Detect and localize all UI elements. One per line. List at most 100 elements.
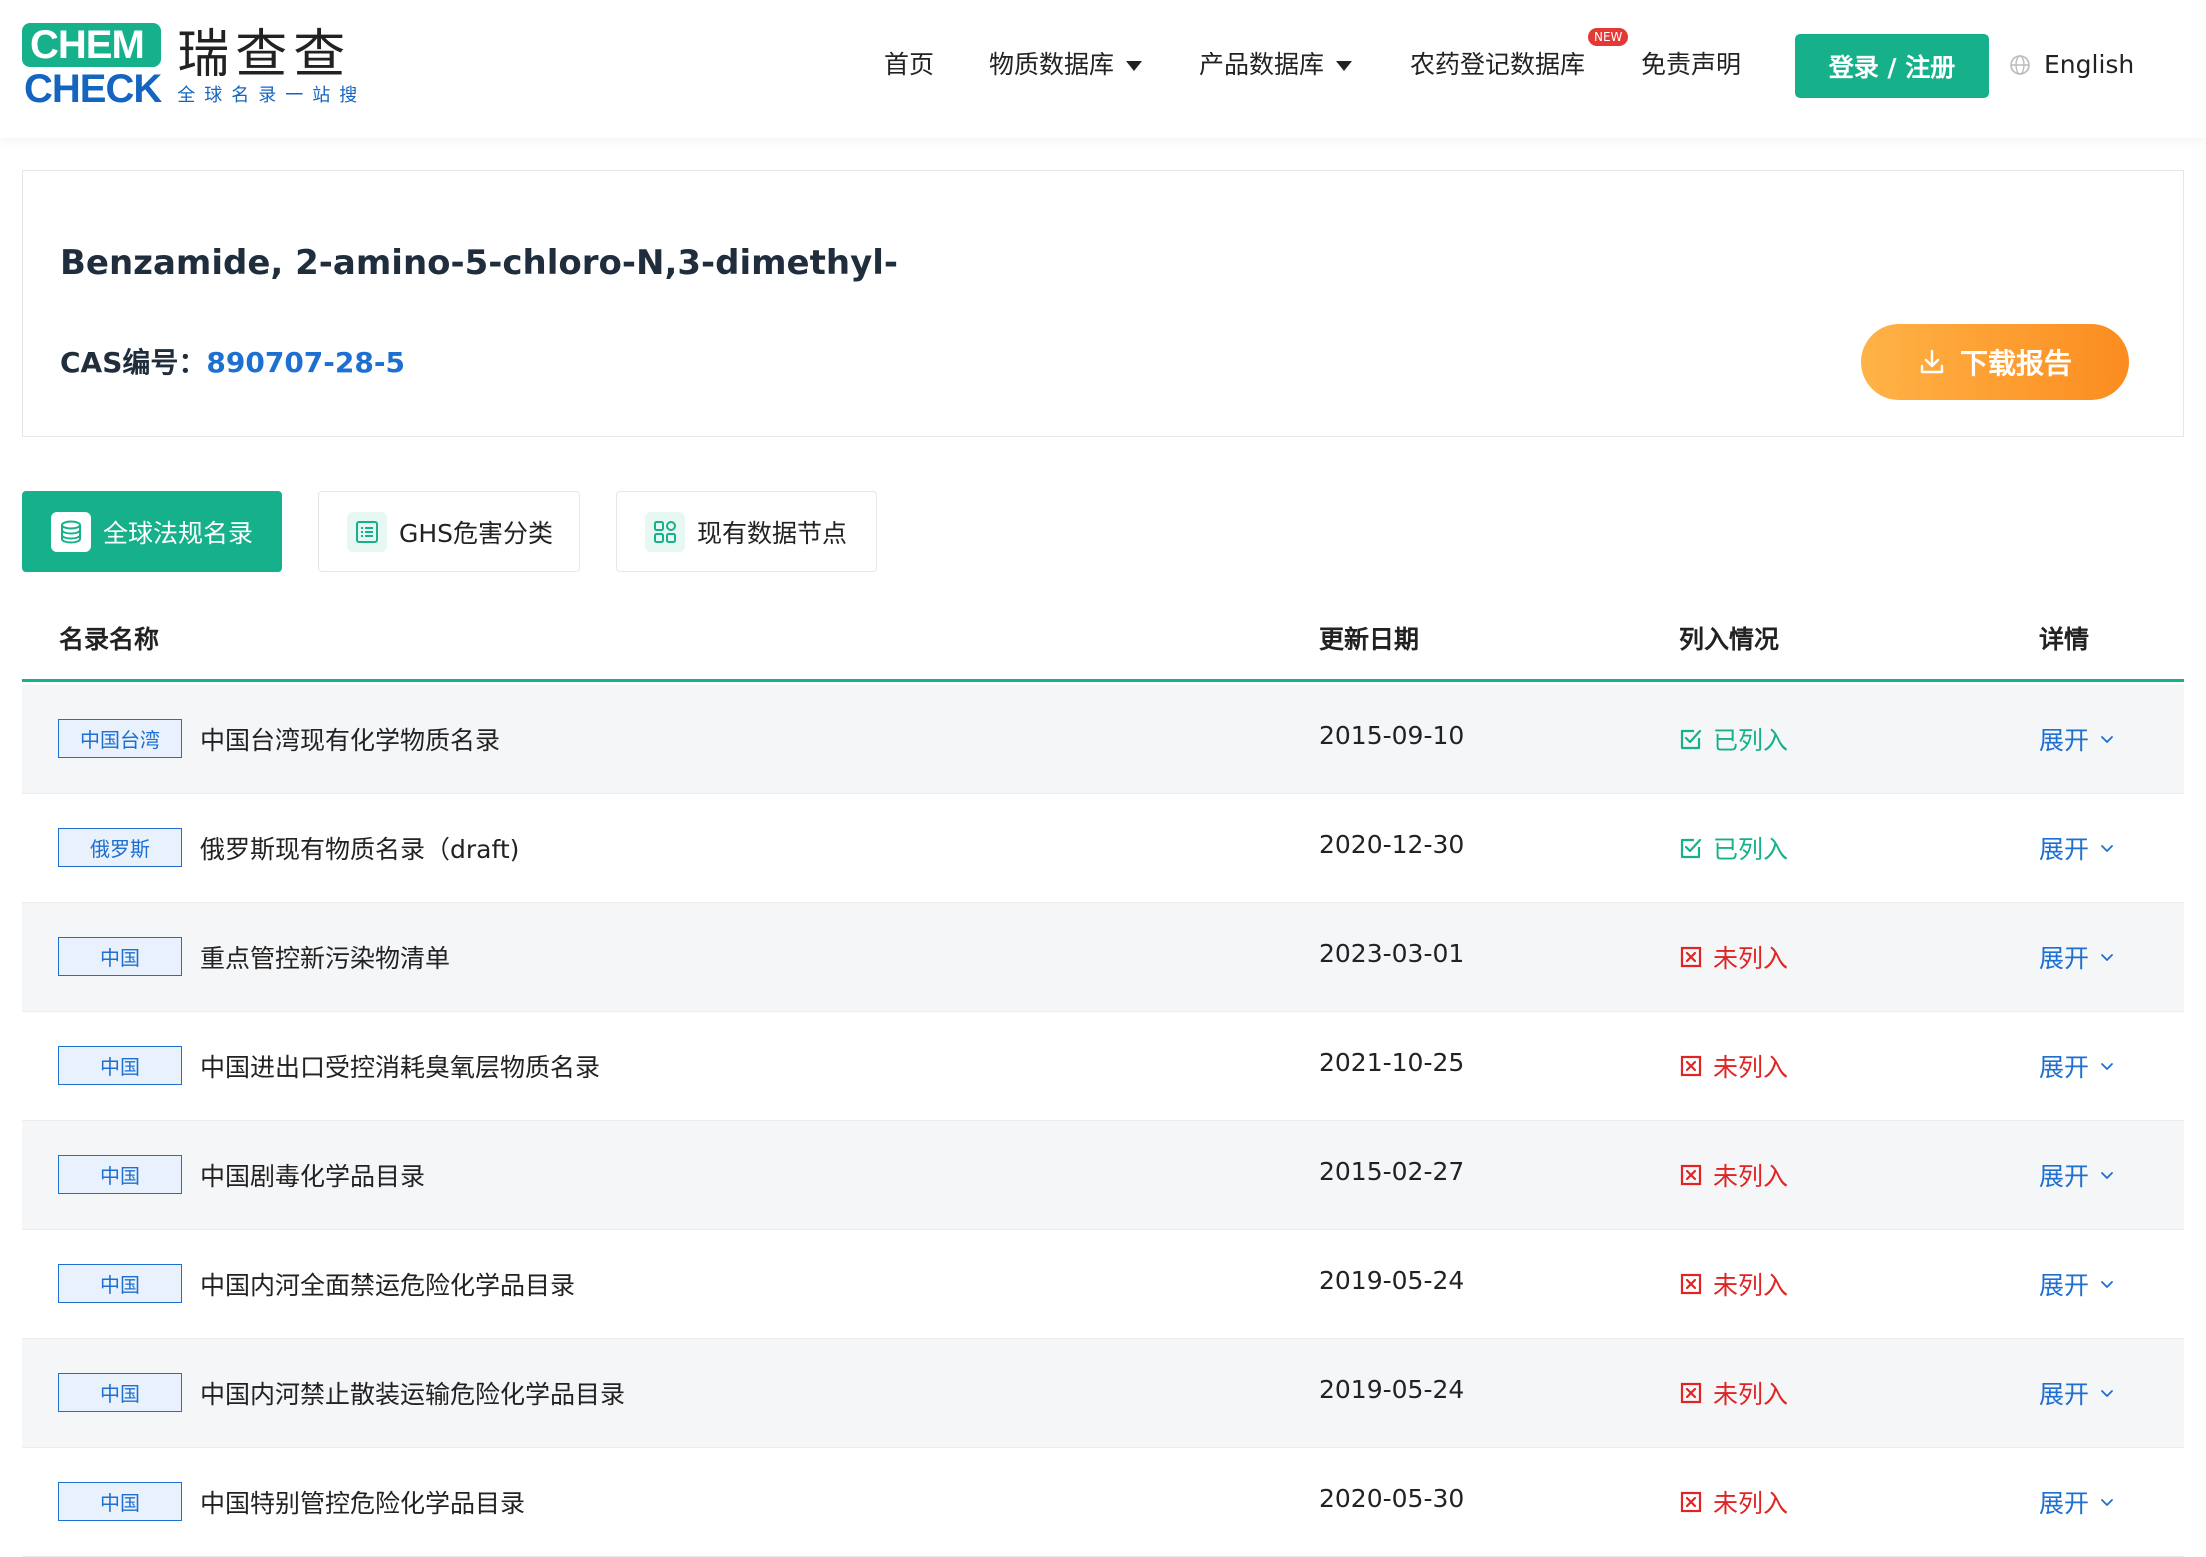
tab-label: 现有数据节点 — [697, 518, 848, 548]
expand-label: 展开 — [2039, 1162, 2090, 1191]
listing-status-label: 未列入 — [1713, 1053, 1789, 1082]
download-report-button[interactable]: 下载报告 — [1861, 324, 2129, 400]
update-date: 2023-03-01 — [1319, 939, 1465, 968]
logo-mark-bottom: CHECK — [24, 67, 162, 111]
expand-button[interactable]: 展开 — [2039, 1048, 2115, 1084]
chevron-down-icon — [2101, 954, 2113, 961]
listing-status-label: 未列入 — [1713, 1271, 1789, 1300]
table-row: 中国 中国特别管控危险化学品目录 2020-05-30 未列入 展开 — [22, 1448, 2184, 1557]
update-date: 2019-05-24 — [1319, 1266, 1465, 1295]
checkbox-cross-icon — [1680, 1491, 1702, 1513]
site-header: CHEM CHECK 瑞查查 全球名录一站搜 首页 物质数据库 产品数据库 农药… — [0, 0, 2206, 138]
expand-label: 展开 — [2039, 726, 2090, 755]
checkbox-cross-icon — [1680, 1055, 1702, 1077]
listing-status-label: 未列入 — [1713, 1162, 1789, 1191]
inventory-name: 重点管控新污染物清单 — [200, 944, 451, 973]
table-row: 中国 中国内河全面禁运危险化学品目录 2019-05-24 未列入 展开 — [22, 1230, 2184, 1339]
table-row: 中国 中国内河禁止散装运输危险化学品目录 2019-05-24 未列入 展开 — [22, 1339, 2184, 1448]
listing-status-label: 未列入 — [1713, 944, 1789, 973]
inventory-name: 中国剧毒化学品目录 — [200, 1162, 426, 1191]
update-date: 2019-05-24 — [1319, 1375, 1465, 1404]
tab-global-regulations[interactable]: 全球法规名录 — [22, 491, 282, 572]
update-date: 2020-05-30 — [1319, 1484, 1465, 1513]
header-name: 名录名称 — [59, 625, 160, 654]
expand-button[interactable]: 展开 — [2039, 1484, 2115, 1520]
update-date: 2015-09-10 — [1319, 721, 1465, 750]
caret-down-icon — [1126, 61, 1143, 71]
update-date: 2021-10-25 — [1319, 1048, 1465, 1077]
logo-mark-top: CHEM — [22, 23, 162, 67]
expand-label: 展开 — [2039, 1271, 2090, 1300]
site-logo[interactable]: CHEM CHECK 瑞查查 全球名录一站搜 — [22, 22, 366, 112]
inventory-name: 中国进出口受控消耗臭氧层物质名录 — [200, 1053, 601, 1082]
listing-status-label: 已列入 — [1713, 835, 1789, 864]
logo-text: 瑞查查 全球名录一站搜 — [177, 26, 366, 108]
nav-substance-db[interactable]: 物质数据库 — [989, 48, 1143, 82]
chevron-down-icon — [2101, 845, 2113, 852]
listing-status: 未列入 — [1679, 1375, 1788, 1411]
region-tag: 中国台湾 — [58, 719, 182, 758]
expand-button[interactable]: 展开 — [2039, 830, 2115, 866]
tab-data-nodes[interactable]: 现有数据节点 — [616, 491, 877, 572]
expand-button[interactable]: 展开 — [2039, 721, 2115, 757]
checkbox-cross-icon — [1680, 1164, 1702, 1186]
nav-product-db[interactable]: 产品数据库 — [1199, 48, 1353, 82]
expand-button[interactable]: 展开 — [2039, 1266, 2115, 1302]
region-tag: 中国 — [58, 937, 182, 976]
caret-down-icon — [1336, 61, 1353, 71]
table-row: 中国 中国剧毒化学品目录 2015-02-27 未列入 展开 — [22, 1121, 2184, 1230]
checkbox-checked-icon — [1680, 729, 1702, 750]
chevron-down-icon — [2101, 1499, 2113, 1506]
chevron-down-icon — [2101, 1172, 2113, 1179]
region-tag: 中国 — [58, 1264, 182, 1303]
expand-button[interactable]: 展开 — [2039, 939, 2115, 975]
nav-disclaimer[interactable]: 免责声明 — [1641, 48, 1741, 82]
listing-status: 未列入 — [1679, 1484, 1788, 1520]
header-date: 更新日期 — [1319, 625, 1420, 654]
download-icon — [1920, 349, 1944, 374]
checkbox-cross-icon — [1680, 946, 1702, 968]
header-detail: 详情 — [2039, 625, 2090, 654]
region-tag: 中国 — [58, 1155, 182, 1194]
language-switch[interactable]: English — [2010, 48, 2134, 82]
expand-label: 展开 — [2039, 944, 2090, 973]
listing-status-label: 已列入 — [1713, 726, 1789, 755]
listing-status-label: 未列入 — [1713, 1489, 1789, 1518]
substance-name: Benzamide, 2-amino-5-chloro-N,3-dimethyl… — [60, 243, 898, 283]
expand-label: 展开 — [2039, 1053, 2090, 1082]
cas-number: CAS编号：890707-28-5 — [60, 341, 405, 381]
inventory-name: 中国内河禁止散装运输危险化学品目录 — [200, 1380, 626, 1409]
update-date: 2020-12-30 — [1319, 830, 1465, 859]
expand-button[interactable]: 展开 — [2039, 1375, 2115, 1411]
language-label: English — [2044, 50, 2135, 79]
listing-status: 已列入 — [1679, 830, 1788, 866]
inventory-name: 中国内河全面禁运危险化学品目录 — [200, 1271, 576, 1300]
new-badge: NEW — [1588, 28, 1629, 46]
logo-name: 瑞查查 — [177, 25, 352, 85]
region-tag: 中国 — [58, 1482, 182, 1521]
tab-ghs-classification[interactable]: GHS危害分类 — [318, 491, 580, 572]
substance-card: Benzamide, 2-amino-5-chloro-N,3-dimethyl… — [22, 170, 2184, 437]
nav-pesticide-db[interactable]: 农药登记数据库 — [1410, 48, 1585, 82]
tab-label: GHS危害分类 — [399, 518, 554, 548]
table-header: 名录名称 更新日期 列入情况 详情 — [22, 600, 2184, 682]
checkbox-cross-icon — [1680, 1273, 1702, 1295]
login-register-button[interactable]: 登录 / 注册 — [1795, 34, 1989, 98]
expand-label: 展开 — [2039, 1380, 2090, 1409]
cas-value[interactable]: 890707-28-5 — [206, 346, 405, 379]
listing-status-label: 未列入 — [1713, 1380, 1789, 1409]
chevron-down-icon — [2101, 1063, 2113, 1070]
expand-button[interactable]: 展开 — [2039, 1157, 2115, 1193]
checkbox-cross-icon — [1680, 1382, 1702, 1404]
table-row: 中国台湾 中国台湾现有化学物质名录 2015-09-10 已列入 展开 — [22, 685, 2184, 794]
listing-status: 未列入 — [1679, 1157, 1788, 1193]
listing-status: 未列入 — [1679, 939, 1788, 975]
logo-slogan: 全球名录一站搜 — [177, 85, 367, 106]
cas-label: CAS编号： — [60, 346, 207, 379]
logo-mark: CHEM CHECK — [22, 23, 162, 111]
region-tag: 中国 — [58, 1046, 182, 1085]
inventory-name: 中国特别管控危险化学品目录 — [200, 1489, 526, 1518]
listing-status: 未列入 — [1679, 1048, 1788, 1084]
nav-product-db-label: 产品数据库 — [1199, 50, 1325, 79]
nav-home[interactable]: 首页 — [884, 48, 934, 82]
